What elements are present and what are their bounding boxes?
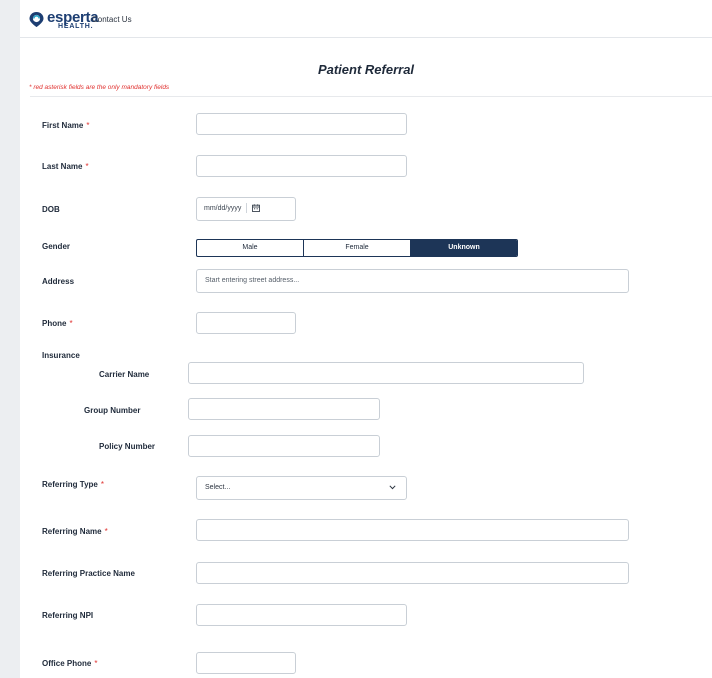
group-number-label: Group Number — [84, 406, 141, 415]
first-name-input[interactable] — [196, 113, 407, 135]
last-name-label: Last Name * — [42, 162, 89, 171]
referring-practice-name-label: Referring Practice Name — [42, 569, 135, 578]
referral-form — [30, 96, 712, 678]
calendar-icon[interactable] — [252, 204, 261, 213]
address-label: Address — [42, 277, 75, 286]
referring-practice-name-input[interactable] — [196, 562, 629, 584]
referring-type-label: Referring Type * — [42, 480, 104, 489]
policy-number-label: Policy Number — [99, 442, 156, 451]
contact-us-link[interactable]: Contact Us — [92, 15, 132, 24]
carrier-name-label: Carrier Name — [99, 370, 150, 379]
dob-placeholder: mm/dd/yyyy — [204, 205, 242, 212]
first-name-label: First Name * — [42, 121, 89, 130]
required-asterisk: * — [69, 319, 73, 328]
required-asterisk: * — [94, 659, 98, 668]
phone-input[interactable] — [196, 312, 296, 334]
logo-subtext: HEALTH. — [58, 23, 94, 30]
group-number-input[interactable] — [188, 398, 380, 420]
office-phone-label-text: Office Phone — [42, 659, 92, 668]
address-input[interactable]: Start entering street address... — [196, 269, 629, 293]
referring-type-select[interactable]: Select... — [196, 476, 407, 500]
required-asterisk: * — [86, 121, 90, 130]
location-pin-icon — [29, 12, 44, 27]
gender-option-female[interactable]: Female — [304, 240, 411, 256]
page-title: Patient Referral — [317, 62, 415, 77]
gender-segmented-control: Male Female Unknown — [196, 239, 518, 257]
required-asterisk: * — [85, 162, 89, 171]
referring-npi-input[interactable] — [196, 604, 407, 626]
referring-name-input[interactable] — [196, 519, 629, 541]
referring-type-selected: Select... — [205, 484, 231, 491]
phone-label: Phone * — [42, 319, 73, 328]
gender-option-unknown[interactable]: Unknown — [411, 240, 517, 256]
top-navbar: esperta HEALTH. Contact Us — [20, 0, 712, 38]
gender-option-male[interactable]: Male — [197, 240, 304, 256]
gender-label: Gender — [42, 242, 71, 251]
carrier-name-input[interactable] — [188, 362, 584, 384]
chevron-down-icon — [389, 485, 396, 490]
dob-label: DOB — [42, 205, 60, 214]
dob-date-input[interactable]: mm/dd/yyyy — [196, 197, 296, 221]
last-name-label-text: Last Name — [42, 162, 83, 171]
first-name-label-text: First Name — [42, 121, 84, 130]
insurance-heading: Insurance — [42, 351, 80, 360]
referring-name-label: Referring Name * — [42, 527, 108, 536]
required-asterisk: * — [104, 527, 108, 536]
required-asterisk: * — [100, 480, 104, 489]
office-phone-label: Office Phone * — [42, 659, 97, 668]
phone-label-text: Phone — [42, 319, 67, 328]
referring-name-label-text: Referring Name — [42, 527, 102, 536]
policy-number-input[interactable] — [188, 435, 380, 457]
office-phone-input[interactable] — [196, 652, 296, 674]
mandatory-fields-note: * red asterisk fields are the only manda… — [29, 84, 170, 91]
last-name-input[interactable] — [196, 155, 407, 177]
referring-type-label-text: Referring Type — [42, 480, 98, 489]
referring-npi-label: Referring NPI — [42, 611, 94, 620]
